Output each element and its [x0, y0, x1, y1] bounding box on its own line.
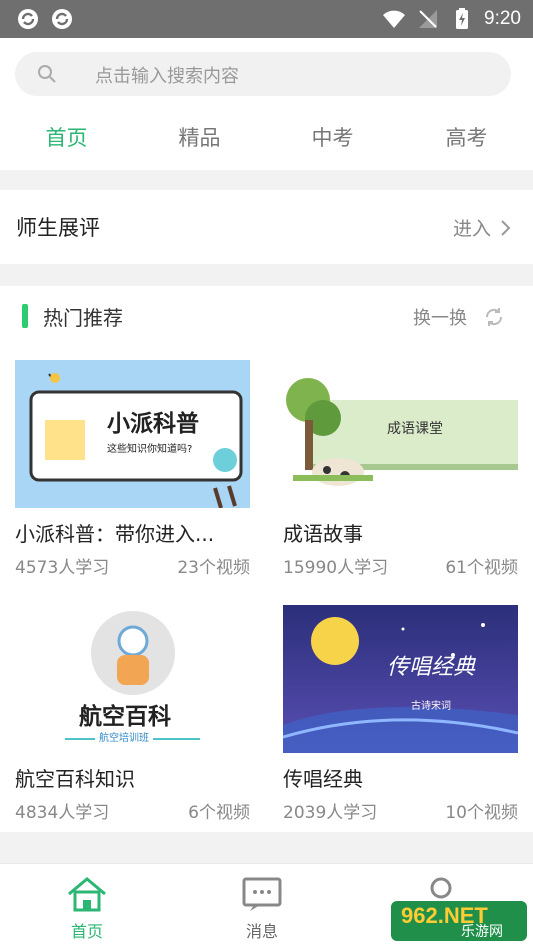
- nav-label: 消息: [245, 922, 278, 941]
- tab-zhongkao[interactable]: 中考: [266, 122, 399, 152]
- status-bar: 9:20: [0, 0, 533, 38]
- battery-charging-icon: [456, 8, 469, 29]
- thumbnail-title: 航空百科: [79, 704, 171, 730]
- swap-button[interactable]: 换一换: [413, 304, 505, 330]
- home-icon: [68, 877, 106, 912]
- course-title: 成语故事: [283, 522, 363, 546]
- message-icon: [242, 877, 282, 911]
- search-input[interactable]: 点击输入搜索内容: [15, 52, 511, 96]
- tab-home[interactable]: 首页: [0, 122, 133, 152]
- header: 点击输入搜索内容 首页 精品 中考 高考: [0, 38, 533, 170]
- thumbnail-title: 传唱经典: [387, 655, 476, 680]
- course-title: 传唱经典: [283, 767, 363, 791]
- sync-icon: [18, 9, 38, 29]
- search-icon: [38, 65, 56, 83]
- video-count: 6个视频: [188, 803, 250, 823]
- course-thumbnail: 小派科普 这些知识你知道吗?: [15, 360, 250, 508]
- thumbnail-subtitle: 这些知识你知道吗?: [107, 444, 193, 455]
- thumbnail-title: 小派科普: [107, 411, 199, 437]
- video-count: 61个视频: [445, 558, 518, 578]
- course-title: 小派科普：带你进入...: [15, 522, 215, 546]
- watermark-sub: 乐游网: [461, 923, 503, 939]
- chevron-right-icon: [501, 219, 511, 236]
- course-thumbnail: 航空百科 航空培训班: [15, 605, 250, 753]
- search-placeholder: 点击输入搜索内容: [95, 66, 239, 87]
- nav-label: 首页: [70, 922, 103, 941]
- course-card[interactable]: 小派科普 这些知识你知道吗? 小派科普：带你进入... 4573人学习 23个视…: [15, 360, 250, 578]
- status-time: 9:20: [484, 8, 521, 29]
- course-card[interactable]: 传唱经典 古诗宋词 传唱经典 2039人学习 10个视频: [283, 605, 518, 823]
- course-title: 航空百科知识: [15, 767, 135, 791]
- video-count: 10个视频: [445, 803, 518, 823]
- enter-link[interactable]: 进入: [453, 214, 511, 241]
- learner-count: 2039人学习: [283, 803, 378, 823]
- teacher-showcase-row[interactable]: 师生展评 进入: [0, 190, 533, 264]
- nav-messages[interactable]: 消息: [217, 876, 307, 942]
- thumbnail-subtitle: 古诗宋词: [411, 701, 451, 712]
- row-title: 师生展评: [16, 216, 100, 240]
- learner-count: 15990人学习: [283, 558, 389, 578]
- course-card[interactable]: 航空百科 航空培训班 航空百科知识 4834人学习 6个视频: [15, 605, 250, 823]
- learner-count: 4834人学习: [15, 803, 110, 823]
- section-accent-bar: [22, 304, 28, 328]
- sync-icon: [52, 9, 72, 29]
- refresh-icon: [485, 308, 503, 326]
- wifi-icon: [383, 10, 406, 28]
- bottom-nav: 首页 消息 962.NET 乐游网: [0, 863, 533, 947]
- thumbnail-subtitle: 航空培训班: [95, 729, 153, 744]
- no-signal-icon: [419, 10, 438, 28]
- tab-gaokao[interactable]: 高考: [400, 122, 533, 152]
- enter-label: 进入: [452, 218, 491, 240]
- hot-recommendations: 热门推荐 换一换 小派科普 这些知识你知道吗? 小派科普：带你进入... 457…: [0, 286, 533, 832]
- swap-label: 换一换: [413, 308, 467, 329]
- tab-premium[interactable]: 精品: [133, 122, 266, 152]
- site-watermark-logo: 962.NET 乐游网: [391, 901, 527, 941]
- section-title: 热门推荐: [43, 306, 123, 330]
- course-thumbnail: 成语课堂: [283, 360, 518, 508]
- course-thumbnail: 传唱经典 古诗宋词: [283, 605, 518, 753]
- video-count: 23个视频: [177, 558, 250, 578]
- thumbnail-title: 成语课堂: [387, 421, 443, 437]
- course-card[interactable]: 成语课堂 成语故事 15990人学习 61个视频: [283, 360, 518, 578]
- nav-home[interactable]: 首页: [42, 876, 132, 942]
- learner-count: 4573人学习: [15, 558, 110, 578]
- tab-bar: 首页 精品 中考 高考: [0, 122, 533, 162]
